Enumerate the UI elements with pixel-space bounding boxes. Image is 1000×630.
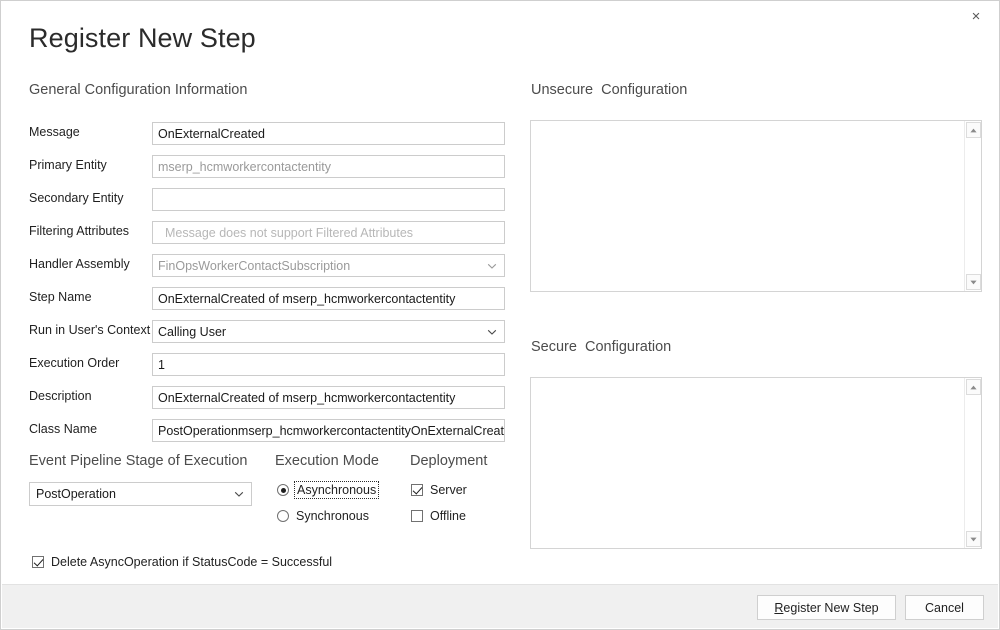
form-row-value: 1 xyxy=(158,358,165,372)
form-row-value: Message does not support Filtered Attrib… xyxy=(165,226,413,240)
event-pipeline-stage-select[interactable]: PostOperation xyxy=(29,482,252,506)
unsecure-config-scrollbar[interactable] xyxy=(964,121,981,291)
form-row-input[interactable]: mserp_hcmworkercontactentity xyxy=(152,155,505,178)
deployment-heading: Deployment xyxy=(410,453,487,469)
scroll-up-arrow-icon[interactable] xyxy=(966,122,981,138)
form-row-label: Execution Order xyxy=(29,356,119,370)
radio-asynchronous[interactable]: Asynchronous xyxy=(277,483,377,497)
form-row-select[interactable]: Calling User xyxy=(152,320,505,343)
checkbox-delete-asyncoperation[interactable]: Delete AsyncOperation if StatusCode = Su… xyxy=(32,555,332,569)
form-row-input[interactable]: Message does not support Filtered Attrib… xyxy=(152,221,505,244)
form-row-value: OnExternalCreated of mserp_hcmworkercont… xyxy=(158,292,455,306)
scroll-up-arrow-icon[interactable] xyxy=(966,379,981,395)
scroll-down-arrow-icon[interactable] xyxy=(966,274,981,290)
register-button-label: egister New Step xyxy=(783,601,878,615)
radio-synchronous-label: Synchronous xyxy=(296,509,369,523)
event-pipeline-stage-value: PostOperation xyxy=(36,487,116,501)
form-row-input[interactable]: OnExternalCreated xyxy=(152,122,505,145)
register-new-step-button[interactable]: Register New Step xyxy=(757,595,896,620)
form-row-label: Step Name xyxy=(29,290,92,304)
event-pipeline-stage-heading: Event Pipeline Stage of Execution xyxy=(29,453,247,469)
radio-synchronous-indicator xyxy=(277,510,289,522)
cancel-button[interactable]: Cancel xyxy=(905,595,984,620)
form-row-label: Handler Assembly xyxy=(29,257,130,271)
cancel-button-label: Cancel xyxy=(925,601,964,615)
checkbox-offline-indicator xyxy=(411,510,423,522)
form-row-label: Secondary Entity xyxy=(29,191,124,205)
execution-mode-heading: Execution Mode xyxy=(275,453,379,469)
checkbox-offline-label: Offline xyxy=(430,509,466,523)
scroll-down-arrow-icon[interactable] xyxy=(966,531,981,547)
form-row-label: Run in User's Context xyxy=(29,323,150,337)
register-button-accelerator: R xyxy=(774,601,783,615)
form-row-value: mserp_hcmworkercontactentity xyxy=(158,160,331,174)
checkbox-offline[interactable]: Offline xyxy=(411,509,466,523)
page-title: Register New Step xyxy=(29,23,256,54)
close-icon[interactable]: × xyxy=(954,2,998,31)
form-row-value: PostOperationmserp_hcmworkercontactentit… xyxy=(158,424,505,438)
checkbox-delete-asyncoperation-label: Delete AsyncOperation if StatusCode = Su… xyxy=(51,555,332,569)
form-row-input[interactable]: PostOperationmserp_hcmworkercontactentit… xyxy=(152,419,505,442)
checkbox-server[interactable]: Server xyxy=(411,483,467,497)
checkbox-server-label: Server xyxy=(430,483,467,497)
secure-config-scrollbar[interactable] xyxy=(964,378,981,548)
dialog-footer: Register New Step Cancel xyxy=(2,584,998,628)
form-row-value: FinOpsWorkerContactSubscription xyxy=(158,259,350,273)
form-row-label: Description xyxy=(29,389,92,403)
secure-config-heading: Secure Configuration xyxy=(531,339,671,355)
form-row-select[interactable]: FinOpsWorkerContactSubscription xyxy=(152,254,505,277)
form-row-input[interactable]: OnExternalCreated of mserp_hcmworkercont… xyxy=(152,287,505,310)
form-row-input[interactable]: 1 xyxy=(152,353,505,376)
form-row-value: OnExternalCreated of mserp_hcmworkercont… xyxy=(158,391,455,405)
form-row-label: Primary Entity xyxy=(29,158,107,172)
radio-asynchronous-indicator xyxy=(277,484,289,496)
unsecure-config-textarea[interactable] xyxy=(530,120,982,292)
general-config-heading: General Configuration Information xyxy=(29,82,247,98)
chevron-down-icon xyxy=(487,261,497,271)
form-row-label: Message xyxy=(29,125,80,139)
checkbox-server-indicator xyxy=(411,484,423,496)
form-row-label: Filtering Attributes xyxy=(29,224,129,238)
register-new-step-dialog: × Register New Step General Configuratio… xyxy=(0,0,1000,630)
form-row-input[interactable] xyxy=(152,188,505,211)
form-row-label: Class Name xyxy=(29,422,97,436)
form-row-value: OnExternalCreated xyxy=(158,127,265,141)
radio-synchronous[interactable]: Synchronous xyxy=(277,509,369,523)
form-row-value: Calling User xyxy=(158,325,226,339)
chevron-down-icon xyxy=(487,327,497,337)
checkbox-delete-asyncoperation-indicator xyxy=(32,556,44,568)
unsecure-config-heading: Unsecure Configuration xyxy=(531,82,687,98)
form-row-input[interactable]: OnExternalCreated of mserp_hcmworkercont… xyxy=(152,386,505,409)
chevron-down-icon xyxy=(234,489,244,499)
secure-config-textarea[interactable] xyxy=(530,377,982,549)
radio-asynchronous-label: Asynchronous xyxy=(296,483,377,497)
